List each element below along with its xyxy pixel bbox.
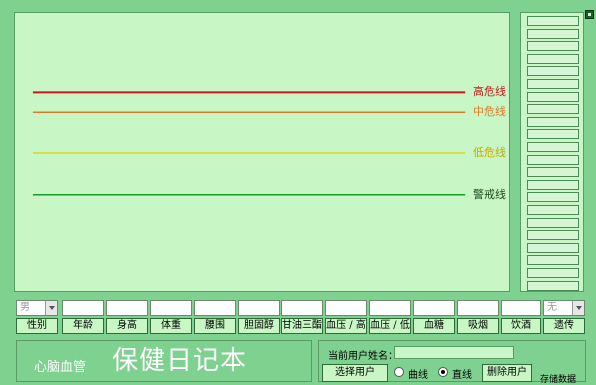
radio-curve-label: 曲线 — [408, 370, 428, 381]
threshold-label-3: 警戒线 — [473, 188, 506, 201]
column-label-2[interactable]: 身高 — [106, 318, 148, 334]
app-title: 保健日记本 — [112, 346, 248, 376]
side-list-item[interactable] — [527, 129, 579, 140]
value-input-3[interactable] — [150, 300, 192, 316]
column-label-8[interactable]: 血压 / 低 — [369, 318, 411, 334]
side-list-item[interactable] — [527, 104, 579, 115]
value-input-1[interactable] — [62, 300, 104, 316]
choose-user-button[interactable]: 选择用户 — [322, 364, 388, 382]
radio-curve[interactable] — [394, 367, 404, 377]
side-list-item[interactable] — [527, 79, 579, 89]
side-list-item[interactable] — [527, 268, 579, 278]
column-label-11[interactable]: 饮酒 — [501, 318, 541, 334]
corner-toggle-icon[interactable] — [585, 10, 594, 19]
side-list-item[interactable] — [527, 91, 579, 102]
side-list-item[interactable] — [527, 167, 579, 178]
column-label-7[interactable]: 血压 / 高 — [325, 318, 367, 334]
side-list-item[interactable] — [527, 230, 579, 241]
heredity-select-value: 无 — [547, 302, 557, 313]
side-list-item[interactable] — [527, 66, 579, 77]
side-list-item[interactable] — [527, 192, 579, 203]
column-label-row: 性别 年龄 身高 体重 腰围 胆固醇 甘油三酯 血压 / 高血压 / 低血糖 吸烟 饮酒 遗传 — [16, 318, 586, 334]
gender-select-value: 男 — [20, 302, 30, 313]
column-label-1[interactable]: 年龄 — [62, 318, 104, 334]
column-label-6[interactable]: 甘油三酯 — [281, 318, 323, 334]
heredity-select[interactable]: 无 — [543, 300, 585, 316]
radio-line-label: 直线 — [452, 370, 472, 381]
value-input-9[interactable] — [413, 300, 455, 316]
side-list-item[interactable] — [527, 255, 579, 266]
value-input-4[interactable] — [194, 300, 236, 316]
value-input-7[interactable] — [325, 300, 367, 316]
side-list-item[interactable] — [527, 217, 579, 228]
value-input-2[interactable] — [106, 300, 148, 316]
column-label-3[interactable]: 体重 — [150, 318, 192, 334]
value-input-10[interactable] — [457, 300, 499, 316]
side-list-item[interactable] — [527, 205, 579, 215]
threshold-label-0: 高危线 — [473, 85, 506, 98]
side-list-item[interactable] — [527, 41, 579, 52]
threshold-label-1: 中危线 — [473, 105, 506, 118]
side-list-item[interactable] — [527, 28, 579, 39]
column-label-5[interactable]: 胆固醇 — [238, 318, 280, 334]
gender-select[interactable]: 男 — [16, 300, 58, 316]
side-list-item[interactable] — [527, 280, 579, 291]
side-list-item[interactable] — [527, 242, 579, 253]
column-label-12[interactable]: 遗传 — [543, 318, 585, 334]
value-input-6[interactable] — [281, 300, 323, 316]
side-list-item[interactable] — [527, 116, 579, 127]
value-input-11[interactable] — [501, 300, 541, 316]
side-list-item[interactable] — [527, 53, 579, 64]
current-user-name-field — [394, 346, 514, 359]
radio-line[interactable] — [438, 367, 448, 377]
column-label-10[interactable]: 吸烟 — [457, 318, 499, 334]
app-subtitle: 心脑血管 — [34, 360, 87, 375]
side-list-item[interactable] — [527, 179, 579, 190]
column-label-4[interactable]: 腰围 — [194, 318, 236, 334]
side-list-item[interactable] — [527, 154, 579, 165]
save-data-button[interactable]: 存储数据 — [540, 372, 576, 385]
chevron-down-icon[interactable] — [45, 301, 57, 315]
current-user-label: 当前用户姓名： — [328, 351, 398, 362]
side-list-panel — [520, 12, 584, 292]
value-input-5[interactable] — [238, 300, 280, 316]
column-label-9[interactable]: 血糖 — [413, 318, 455, 334]
value-input-8[interactable] — [369, 300, 411, 316]
chevron-down-icon[interactable] — [572, 301, 584, 315]
column-label-0[interactable]: 性别 — [16, 318, 58, 334]
chart-area: 高危线中危线低危线警戒线 — [14, 12, 510, 292]
side-list-item[interactable] — [527, 142, 579, 152]
chart-svg — [32, 91, 466, 196]
threshold-label-2: 低危线 — [473, 146, 506, 159]
input-row: 男无 — [16, 300, 586, 316]
side-list-item[interactable] — [527, 16, 579, 26]
delete-user-button[interactable]: 删除用户 — [482, 364, 532, 382]
